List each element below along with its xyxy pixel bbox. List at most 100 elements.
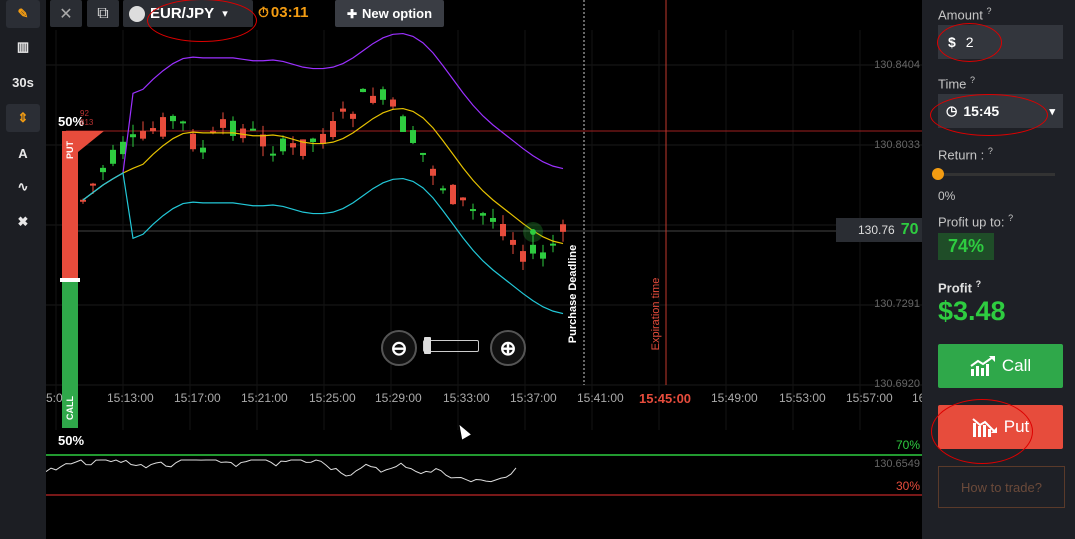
expiration-time-label: Expiration time [650, 277, 662, 351]
candle-body [380, 89, 386, 100]
profit-upto-label: Profit up to: ? [938, 213, 1013, 229]
chart-down-icon [972, 418, 997, 437]
zoom-in-icon: ⊕ [499, 337, 517, 360]
help-icon[interactable]: ? [976, 279, 982, 289]
return-slider[interactable] [932, 168, 1055, 180]
candle-body [80, 199, 86, 202]
indicators-icon[interactable]: ▥ [6, 33, 40, 61]
price-chart[interactable]: ✕ ⧉ EUR/JPY ▾ ⏱ 03:11 ✚ New option 130.8… [46, 0, 922, 539]
put-button[interactable]: Put [938, 405, 1063, 449]
time-value: 15:45 [963, 103, 1000, 119]
profit-label-text: Profit [938, 280, 972, 296]
trend-icon[interactable]: ∿ [6, 173, 40, 201]
price-label: 130.8033 [874, 139, 920, 151]
return-slider-handle[interactable] [932, 168, 944, 180]
price-label: 130.7291 [874, 298, 920, 310]
purchase-deadline-label: Purchase Deadline [567, 244, 579, 344]
oscillator-line [46, 459, 517, 483]
candle-body [180, 121, 186, 124]
candle-body [350, 113, 356, 119]
call-percent: 50% [58, 433, 85, 448]
zoom-slider-handle[interactable] [424, 337, 431, 354]
call-tag: CALL [62, 388, 78, 428]
candle-body [560, 224, 566, 232]
amount-currency: $ [948, 34, 956, 50]
candle-body [330, 121, 336, 138]
candle-body [190, 133, 196, 150]
put-tag: PUT [62, 130, 78, 170]
time-label: 15:57:00 [846, 391, 893, 405]
new-option-button[interactable]: ✚ New option [335, 0, 444, 27]
zoom-out-button[interactable]: ⊖ [381, 330, 417, 366]
help-icon[interactable]: ? [1008, 213, 1013, 223]
candle-body [100, 167, 106, 173]
current-payout: 70 [900, 221, 919, 238]
help-icon[interactable]: ? [988, 146, 993, 156]
time-label: 15:29:00 [375, 391, 422, 405]
close-icon[interactable]: ✕ [50, 0, 82, 27]
candle-body [130, 134, 136, 138]
amount-value[interactable]: 2 [966, 34, 974, 50]
chart-canvas[interactable] [46, 0, 922, 539]
chart-up-icon [970, 356, 995, 376]
amount-label: Amount ? [938, 6, 991, 22]
time-label-text: Time [938, 76, 967, 92]
candle-body [90, 183, 96, 186]
candle-body [390, 99, 396, 107]
help-icon[interactable]: ? [970, 75, 975, 85]
put-mini-bottom: 813 [80, 118, 94, 127]
lower-band [82, 172, 564, 315]
profit-label: Profit ? [938, 279, 981, 295]
candle-body [370, 95, 376, 103]
drawing-tools-icon[interactable]: A [6, 139, 40, 167]
candle-body [250, 128, 256, 131]
put-pointer [78, 131, 104, 152]
candle-body [400, 116, 406, 132]
candle-body [480, 213, 486, 216]
time-label: Time ? [938, 75, 975, 91]
zoom-in-button[interactable]: ⊕ [490, 330, 526, 366]
chevron-down-icon: ▾ [1049, 105, 1055, 118]
candle-body [320, 133, 326, 144]
current-price-tag: 130.76 70 [836, 218, 922, 242]
time-label: 5:0 [46, 391, 63, 405]
time-label: 16 [912, 391, 922, 405]
zoom-slider[interactable] [423, 337, 479, 354]
candle-body [140, 130, 146, 139]
amount-field[interactable]: $ 2 [938, 25, 1063, 59]
clear-icon[interactable]: ✖ [6, 208, 40, 236]
timer-value: 03:11 [270, 4, 309, 21]
profit-upto-label-text: Profit up to: [938, 214, 1005, 230]
pencil-icon[interactable]: ✎ [6, 0, 40, 28]
put-tag-label: PUT [65, 141, 75, 159]
candle-body [270, 153, 276, 156]
return-label-text: Return : [938, 147, 985, 163]
candle-body [440, 188, 446, 191]
upper-band [82, 32, 564, 201]
time-select[interactable]: ◷ 15:45 ▾ [938, 94, 1063, 128]
osc-price-label: 130.6549 [874, 458, 920, 470]
how-to-trade-button[interactable]: How to trade? [938, 466, 1065, 508]
help-icon[interactable]: ? [986, 6, 991, 16]
call-button[interactable]: Call [938, 344, 1063, 388]
candle-body [110, 149, 116, 164]
current-price: 130.76 [858, 223, 895, 237]
return-value: 0% [938, 189, 956, 203]
time-label: 15:13:00 [107, 391, 154, 405]
time-label: 15:25:00 [309, 391, 356, 405]
candle-body [470, 209, 476, 212]
timeframe-button[interactable]: 30s [6, 68, 40, 96]
windows-icon[interactable]: ⧉ [87, 0, 119, 27]
candle-body [540, 252, 546, 259]
amount-label-text: Amount [938, 7, 983, 23]
asset-selector[interactable]: EUR/JPY ▾ [123, 0, 253, 27]
osc-upper-label: 70% [895, 438, 920, 452]
osc-lower-label: 30% [895, 479, 920, 493]
candle-body [430, 168, 436, 176]
candle-body [200, 147, 206, 153]
time-label: 15:17:00 [174, 391, 221, 405]
left-toolbar: ✎ ▥ 30s ⇕ A ∿ ✖ [0, 0, 46, 539]
candle-body [240, 128, 246, 139]
chart-type-icon[interactable]: ⇕ [6, 104, 40, 132]
expiry-time-label: 15:45:00 [639, 391, 692, 406]
